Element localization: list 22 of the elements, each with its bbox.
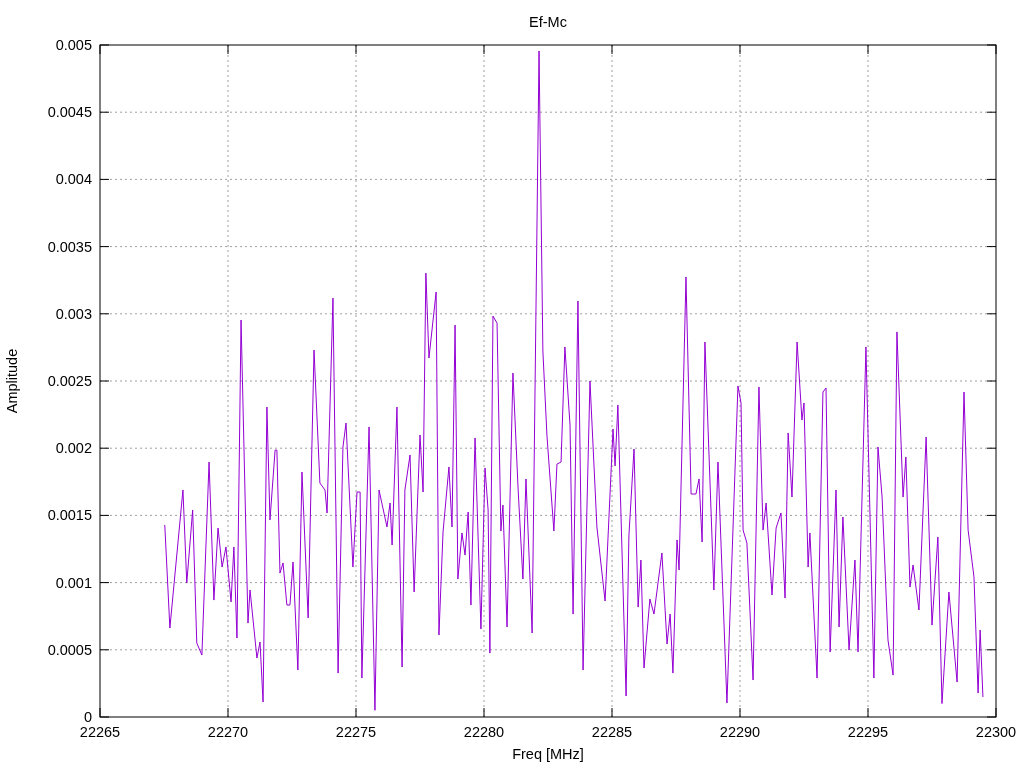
y-tick-label: 0.0025 bbox=[47, 373, 92, 389]
x-tick-label: 22300 bbox=[975, 724, 1017, 740]
y-tick-label: 0.003 bbox=[55, 305, 92, 322]
y-tick-label: 0.004 bbox=[55, 171, 92, 188]
y-axis-label: Amplitude bbox=[4, 348, 20, 414]
x-tick-label: 22270 bbox=[207, 724, 249, 740]
y-tick-label: 0 bbox=[83, 709, 92, 725]
x-tick-label: 22275 bbox=[335, 724, 377, 740]
x-tick-label: 22265 bbox=[79, 724, 121, 740]
x-axis-label: Freq [MHz] bbox=[512, 746, 584, 762]
x-tick-label: 22280 bbox=[463, 724, 505, 740]
y-tick-label: 0.0015 bbox=[47, 507, 92, 524]
x-tick-label: 22285 bbox=[591, 724, 633, 740]
y-tick-label: 0.0045 bbox=[47, 104, 92, 121]
x-tick-label: 22290 bbox=[719, 724, 761, 740]
y-tick-label: 0.001 bbox=[55, 574, 92, 591]
x-tick-label: 22295 bbox=[847, 724, 889, 740]
y-tick-label: 0.0005 bbox=[47, 641, 92, 658]
chart-title: Ef-Mc bbox=[529, 14, 567, 30]
y-tick-label: 0.0035 bbox=[47, 238, 92, 255]
y-tick-label: 0.002 bbox=[55, 440, 92, 457]
y-tick-label: 0.005 bbox=[55, 37, 92, 53]
